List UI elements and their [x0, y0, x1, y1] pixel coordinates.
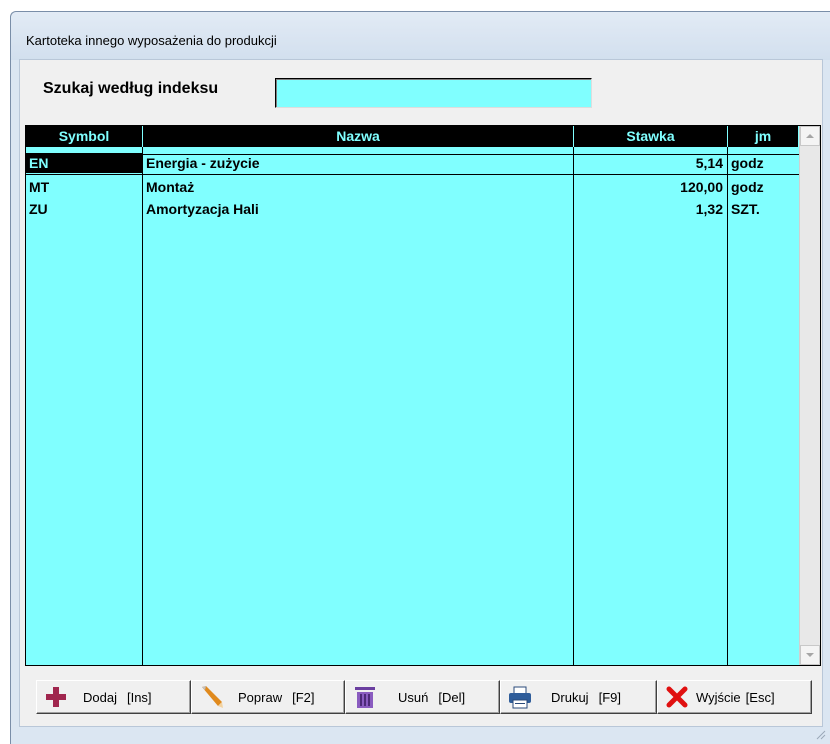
cell-symbol[interactable]: EN [26, 153, 142, 173]
column-header-jm[interactable]: jm [728, 126, 799, 147]
cell-jm[interactable]: godz [731, 177, 797, 197]
cell-stawka[interactable]: 1,32 [574, 199, 723, 219]
column-header-symbol[interactable]: Symbol [26, 126, 143, 147]
add-button[interactable]: Dodaj [Ins] [36, 680, 191, 714]
edit-button-key: [F2] [292, 689, 315, 705]
cell-stawka[interactable]: 120,00 [574, 177, 723, 197]
delete-button-key: [Del] [438, 689, 466, 705]
cell-symbol[interactable]: MT [29, 177, 139, 197]
add-button-label: Dodaj [83, 689, 117, 705]
scroll-up-button[interactable] [800, 126, 820, 146]
print-button-label: Drukuj [551, 689, 589, 705]
selected-row-border [26, 174, 799, 175]
edit-button-label: Popraw [238, 689, 283, 705]
printer-icon [507, 684, 533, 710]
exit-button[interactable]: Wyjście [Esc] [657, 680, 812, 714]
print-button[interactable]: Drukuj [F9] [500, 680, 657, 714]
delete-button[interactable]: Usuń [Del] [345, 680, 500, 714]
selected-row-border [143, 154, 799, 155]
cell-nazwa[interactable]: Montaż [146, 177, 571, 197]
edit-button[interactable]: Popraw [F2] [191, 680, 345, 714]
window-title: Kartoteka innego wyposażenia do produkcj… [26, 33, 277, 48]
cell-nazwa[interactable]: Amortyzacja Hali [146, 199, 571, 219]
pencil-icon [198, 684, 224, 710]
cell-stawka[interactable]: 5,14 [574, 153, 723, 173]
column-divider [142, 147, 143, 665]
scroll-down-button[interactable] [800, 645, 820, 665]
cell-symbol[interactable]: ZU [29, 199, 139, 219]
vertical-scrollbar[interactable] [799, 126, 820, 665]
close-icon [664, 684, 690, 710]
cell-jm[interactable]: SZT. [731, 199, 797, 219]
column-header-nazwa[interactable]: Nazwa [143, 126, 574, 147]
column-divider [727, 147, 728, 665]
trash-icon [352, 684, 378, 710]
plus-icon [43, 684, 69, 710]
delete-button-label: Usuń [398, 689, 429, 705]
exit-button-key: [Esc] [745, 689, 775, 705]
search-input[interactable] [275, 78, 592, 108]
title-bar[interactable]: Kartoteka innego wyposażenia do produkcj… [11, 12, 830, 60]
resize-grip-icon[interactable] [814, 728, 826, 740]
exit-button-label: Wyjście [696, 689, 741, 705]
chevron-up-icon [806, 134, 814, 138]
column-header-stawka[interactable]: Stawka [574, 126, 728, 147]
chevron-down-icon [806, 653, 814, 657]
add-button-key: [Ins] [126, 689, 152, 705]
cell-nazwa[interactable]: Energia - zużycie [146, 153, 571, 173]
column-divider [573, 147, 574, 665]
print-button-key: [F9] [598, 689, 621, 705]
search-label: Szukaj według indeksu [43, 80, 219, 97]
data-grid[interactable]: Symbol Nazwa Stawka jm EN Energia - zuży… [25, 125, 821, 666]
cell-jm[interactable]: godz [731, 153, 797, 173]
action-toolbar: Dodaj [Ins] Popraw [F2] Usuń [Del] Druku… [36, 673, 812, 715]
